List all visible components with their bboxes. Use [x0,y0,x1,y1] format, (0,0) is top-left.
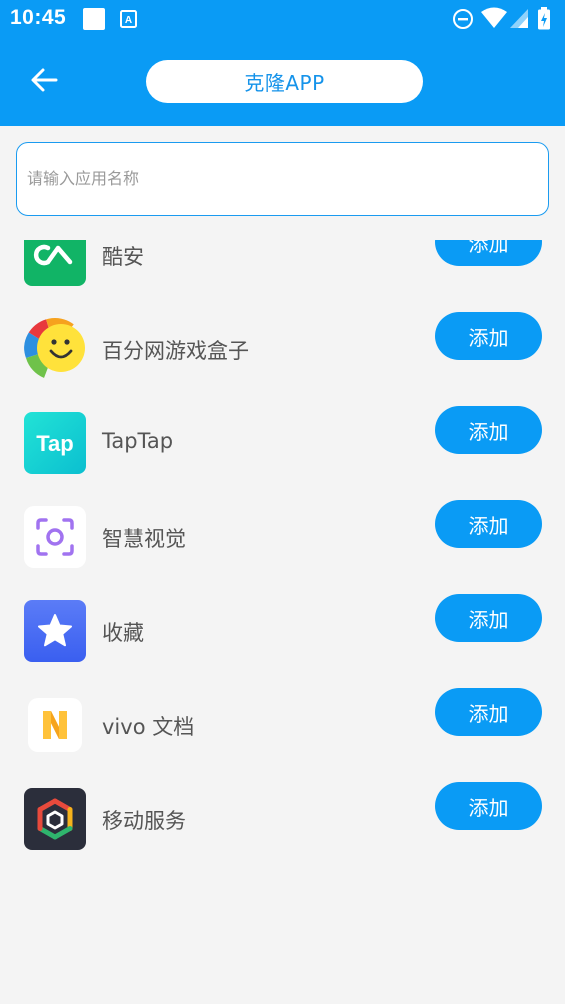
search-box[interactable] [16,142,549,216]
app-name: vivo 文档 [102,715,195,739]
star-favorites-icon [24,600,86,662]
app-list[interactable]: 酷安 添加 百分网游戏盒子 添加 Tap TapTap 添加 智慧视觉 添加 收… [0,240,565,880]
add-button[interactable]: 添加 [435,312,542,360]
signal-icon [510,9,528,28]
status-bar: 10:45 A [0,0,565,40]
app-name: 智慧视觉 [102,527,186,551]
add-button[interactable]: 添加 [435,594,542,642]
taptap-icon: Tap [24,412,86,474]
battery-icon [538,7,550,30]
wifi-icon [481,7,507,28]
status-time: 10:45 [10,6,67,29]
smiley-game-box-icon [24,318,86,380]
app-name: 移动服务 [102,809,186,833]
page-title: 克隆APP [244,71,325,95]
app-name: 收藏 [102,621,144,645]
vivo-docs-icon [24,694,86,756]
list-item: 收藏 添加 [0,579,565,673]
mobile-services-icon [24,788,86,850]
search-input[interactable] [27,143,537,214]
a-keyboard-icon: A [120,10,137,28]
list-item: 移动服务 添加 [0,767,565,861]
add-button[interactable]: 添加 [435,406,542,454]
smart-vision-icon [24,506,86,568]
coolapk-icon [24,240,86,286]
arrow-left-icon [31,68,58,92]
app-header: 10:45 A 克隆APP [0,0,565,126]
title-pill: 克隆APP [146,60,423,103]
list-item: vivo 文档 添加 [0,673,565,767]
app-name: 酷安 [102,245,144,269]
add-button[interactable]: 添加 [435,782,542,830]
svg-text:Tap: Tap [36,431,73,456]
list-item: 百分网游戏盒子 添加 [0,297,565,391]
add-button[interactable]: 添加 [435,688,542,736]
list-item: 酷安 添加 [0,240,565,297]
add-button[interactable]: 添加 [435,240,542,266]
app-name: TapTap [102,429,174,453]
app-name: 百分网游戏盒子 [102,339,249,363]
notification-square-icon [83,8,105,30]
list-item: 智慧视觉 添加 [0,485,565,579]
svg-text:A: A [125,15,132,26]
back-button[interactable] [26,62,62,98]
do-not-disturb-icon [453,9,473,29]
list-item: Tap TapTap 添加 [0,391,565,485]
add-button[interactable]: 添加 [435,500,542,548]
